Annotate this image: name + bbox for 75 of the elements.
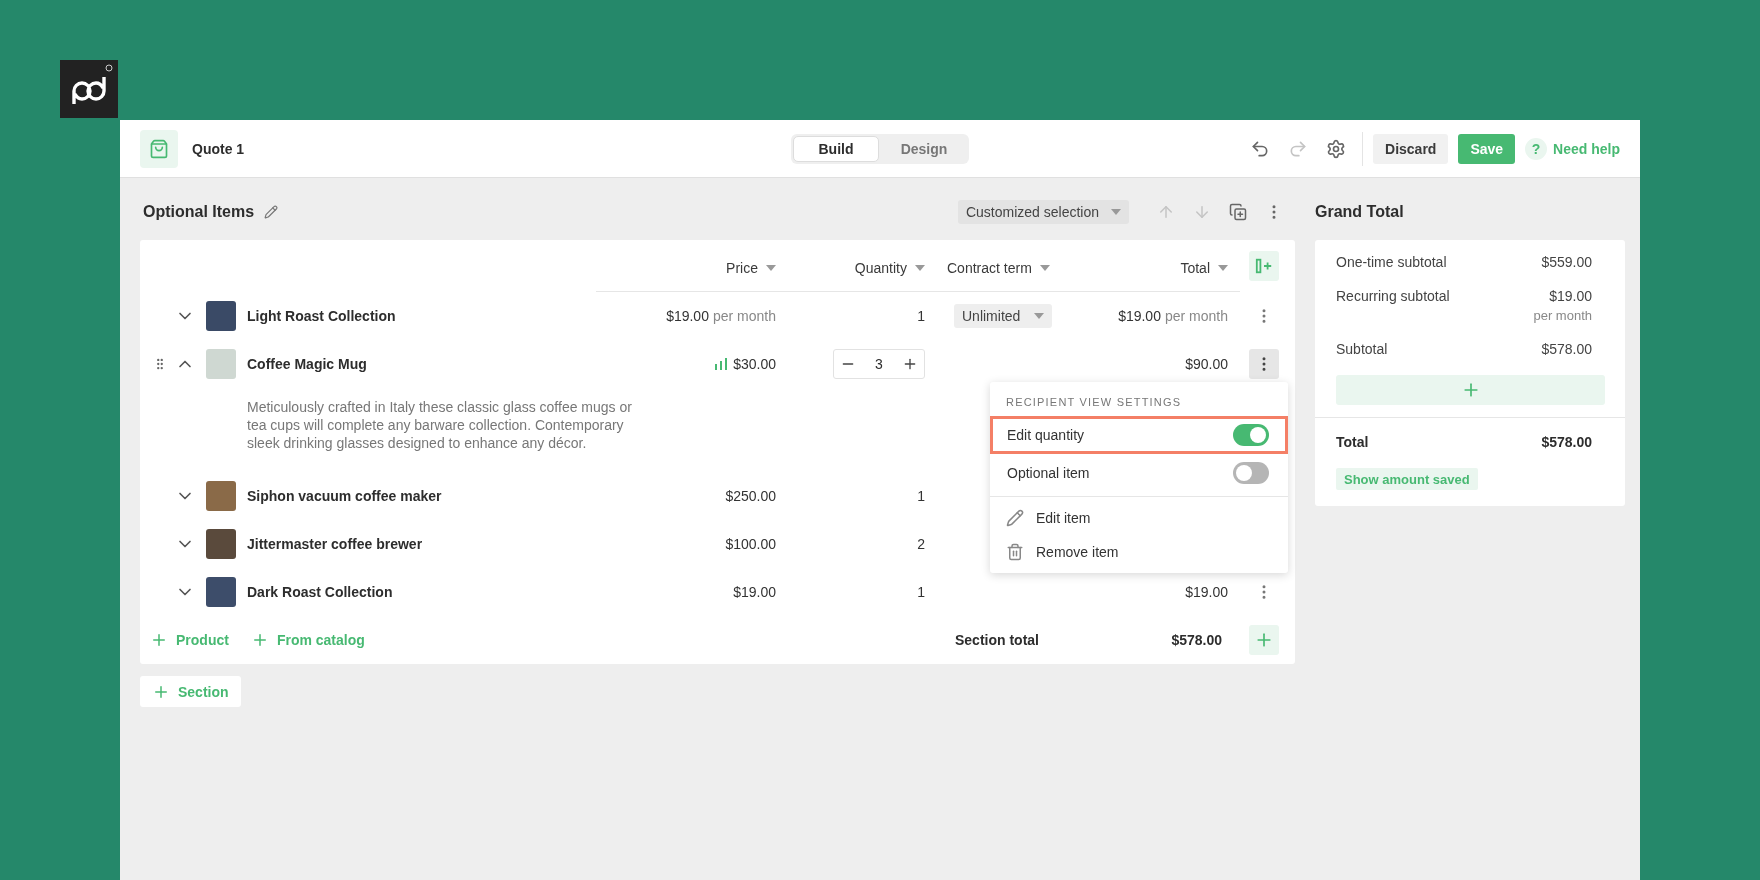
- quantity-stepper[interactable]: 3: [833, 349, 925, 379]
- price-unit: per month: [712, 308, 776, 324]
- mode-tab[interactable]: Build: [793, 135, 879, 162]
- photo-placeholder: [206, 529, 236, 559]
- menu-item[interactable]: Edit item: [990, 501, 1288, 535]
- price-value: $30.00: [733, 356, 776, 372]
- add-column-icon[interactable]: [1248, 251, 1279, 281]
- total-value: $19.00: [1185, 584, 1228, 600]
- quantity-value: 2: [917, 536, 925, 552]
- quantity-value: 1: [917, 488, 925, 504]
- photo-placeholder: [206, 349, 236, 379]
- product-name: Siphon vacuum coffee maker: [247, 488, 442, 504]
- section-title: Optional Items: [143, 203, 255, 221]
- caret-icon: [1039, 264, 1050, 271]
- total-label: Recurring subtotal: [1336, 288, 1450, 306]
- toggle-row[interactable]: Optional item: [990, 454, 1288, 492]
- toggle-switch[interactable]: [1233, 462, 1269, 484]
- toggle-switch[interactable]: [1233, 424, 1269, 446]
- bag-icon: [140, 129, 178, 168]
- product-name: Jittermaster coffee brewer: [247, 536, 423, 552]
- more-icon[interactable]: [1248, 349, 1279, 379]
- price-value: $19.00: [733, 584, 776, 600]
- logo-icon: [60, 60, 118, 118]
- selection-dropdown[interactable]: Customized selection: [957, 200, 1129, 224]
- add-icon[interactable]: [1248, 625, 1279, 655]
- total-amount: $559.00: [1541, 254, 1592, 270]
- quantity-value: 1: [917, 308, 925, 324]
- toggle-row[interactable]: Edit quantity: [990, 416, 1288, 454]
- price-value: $19.00: [666, 308, 709, 324]
- product-description: Meticulously crafted in Italy these classic glass coffee mugs or tea cups will complete any barware collection. Contemporary sleek drinking glasses designed to enhance any décor.: [246, 398, 633, 453]
- grand-total-value: $578.00: [1541, 434, 1592, 450]
- menu-heading: RECIPIENT VIEW SETTINGS: [1005, 395, 1183, 410]
- plus-icon[interactable]: [902, 356, 918, 372]
- panel-title: Grand Total: [1315, 202, 1405, 222]
- column-header[interactable]: Total: [1180, 259, 1210, 276]
- caret-icon: [1111, 209, 1121, 215]
- toggle-label: Edit quantity: [1007, 427, 1085, 443]
- total-unit: per month: [1164, 308, 1228, 324]
- discard-button[interactable]: Discard: [1373, 133, 1449, 164]
- price-value: $100.00: [725, 536, 776, 552]
- amount-unit: per month: [1533, 308, 1592, 323]
- total-value: $90.00: [1185, 356, 1228, 372]
- quantity-value: 1: [917, 584, 925, 600]
- caret-icon: [766, 264, 776, 271]
- photo-placeholder: [206, 481, 236, 511]
- total-value: $19.00: [1118, 308, 1161, 324]
- total-label: One-time subtotal: [1336, 254, 1447, 270]
- column-header[interactable]: Contract term: [947, 259, 1032, 276]
- total-label: Subtotal: [1336, 341, 1388, 357]
- total-amount: $19.00: [1549, 288, 1592, 304]
- quantity-value: 3: [875, 356, 883, 372]
- caret-icon: [1218, 264, 1228, 271]
- price-value: $250.00: [725, 488, 776, 504]
- pencil-icon: [1006, 509, 1024, 527]
- grand-total-label: Total: [1336, 434, 1369, 450]
- section-total-value: $578.00: [1171, 632, 1222, 648]
- edit-icon[interactable]: [264, 205, 279, 219]
- total-amount: $578.00: [1541, 341, 1592, 357]
- mode-tab[interactable]: Design: [881, 135, 967, 162]
- toggle-label: Optional item: [1007, 465, 1090, 481]
- caret-icon: [915, 264, 925, 271]
- column-header[interactable]: Quantity: [854, 259, 907, 276]
- photo-placeholder: [206, 301, 236, 331]
- product-name: Dark Roast Collection: [247, 584, 393, 600]
- document-title: Quote 1: [192, 140, 245, 157]
- contract-term-dropdown[interactable]: Unlimited: [954, 304, 1053, 328]
- product-name: Light Roast Collection: [247, 308, 396, 324]
- section-total-label: Section total: [955, 632, 1039, 648]
- plus-icon: [150, 631, 168, 649]
- column-header[interactable]: Price: [726, 259, 758, 276]
- caret-icon: [1034, 313, 1045, 319]
- trash-icon: [1006, 543, 1024, 561]
- product-name: Coffee Magic Mug: [247, 356, 367, 372]
- photo-placeholder: [206, 577, 236, 607]
- menu-item[interactable]: Remove item: [990, 535, 1288, 569]
